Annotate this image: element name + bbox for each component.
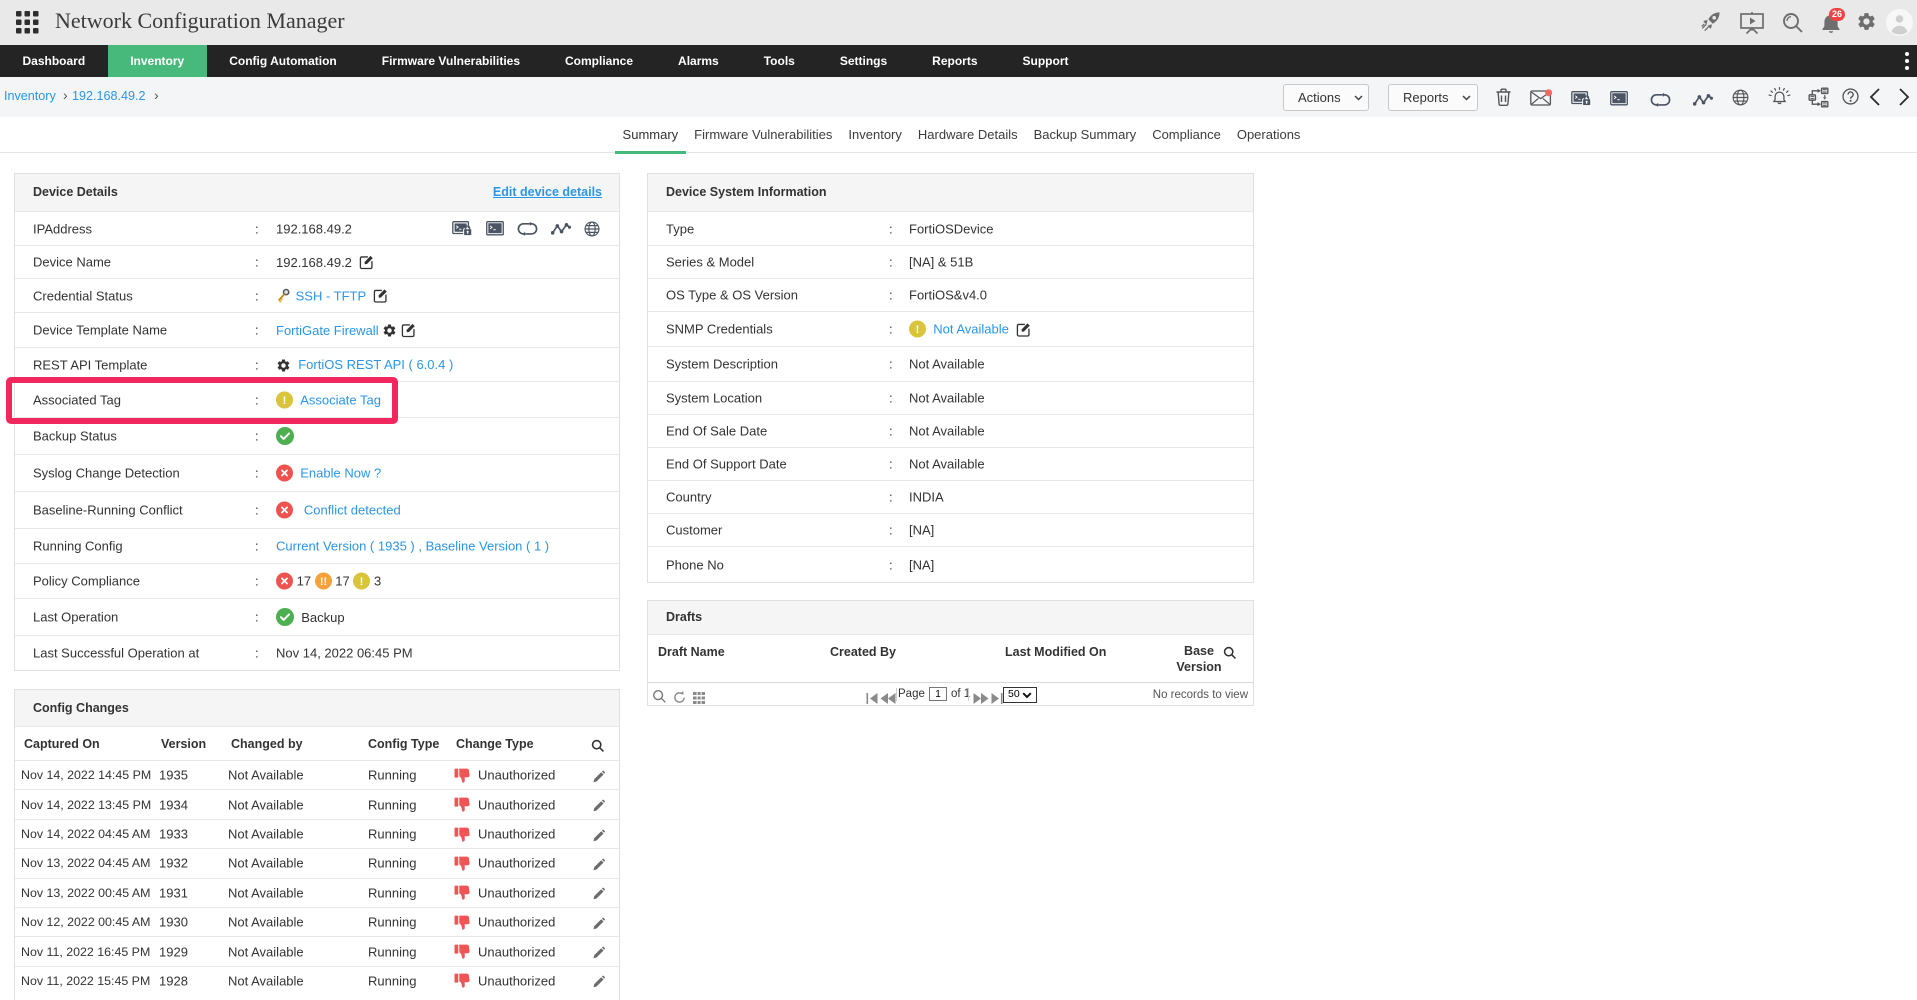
svg-text:!: ! [916,324,920,336]
svg-text:!: ! [360,576,364,588]
svg-text:!!: !! [320,576,327,588]
